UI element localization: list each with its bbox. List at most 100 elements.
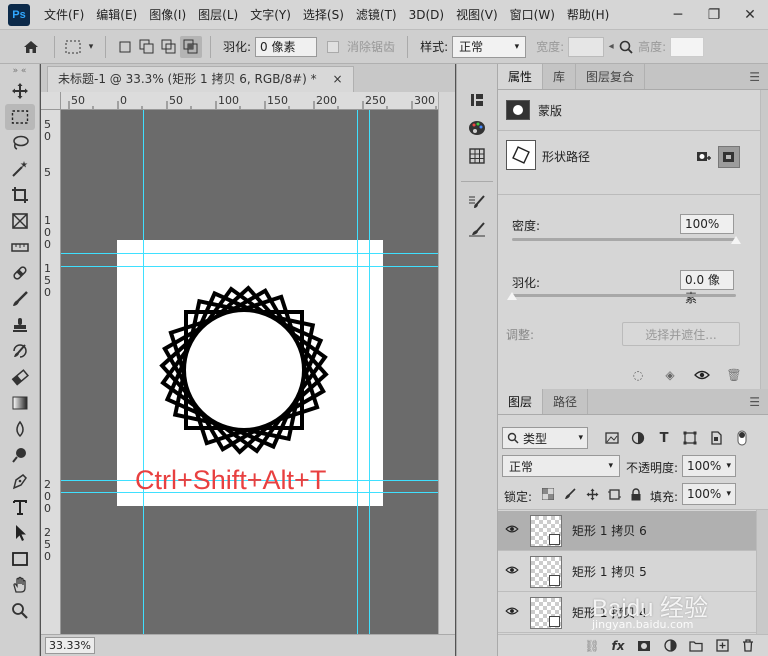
menu-edit[interactable]: 编辑(E): [90, 0, 143, 30]
opacity-input[interactable]: 100% ▾: [682, 455, 736, 477]
minimize-button[interactable]: ─: [660, 0, 696, 30]
feather-slider-thumb[interactable]: [507, 292, 517, 300]
eye-icon[interactable]: [498, 605, 526, 620]
trash-icon[interactable]: 🗑: [724, 365, 744, 385]
crop-tool-icon[interactable]: [5, 182, 35, 208]
folder-icon[interactable]: [686, 636, 706, 656]
menu-3d[interactable]: 3D(D): [403, 0, 450, 30]
layer-thumbnail[interactable]: [530, 514, 562, 547]
adjustment-layer-icon[interactable]: [660, 636, 680, 656]
hamburger-menu-icon[interactable]: ☰: [749, 70, 760, 84]
trash-icon[interactable]: [738, 636, 758, 656]
new-selection-icon[interactable]: [114, 36, 136, 58]
zoom-level-field[interactable]: 33.33%: [45, 637, 95, 654]
add-selection-icon[interactable]: [136, 36, 158, 58]
density-slider[interactable]: [512, 238, 736, 241]
hamburger-menu-icon[interactable]: ☰: [749, 395, 760, 409]
guide-line[interactable]: [61, 266, 438, 267]
eye-icon[interactable]: [498, 523, 526, 538]
chevron-down-icon[interactable]: ▾: [85, 36, 97, 58]
marquee-tool-icon[interactable]: [4, 104, 35, 130]
menu-select[interactable]: 选择(S): [297, 0, 350, 30]
vertical-scrollbar[interactable]: [438, 92, 455, 634]
restore-button[interactable]: ❐: [696, 0, 732, 30]
add-pixel-mask-icon[interactable]: [694, 148, 714, 168]
tab-layer-comps[interactable]: 图层复合: [576, 64, 646, 89]
shape-filter-icon[interactable]: [680, 428, 700, 448]
guide-line[interactable]: [369, 110, 370, 634]
tab-libraries[interactable]: 库: [543, 64, 577, 89]
guide-line[interactable]: [143, 110, 144, 634]
swatches-grid-icon[interactable]: [462, 142, 492, 170]
menu-help[interactable]: 帮助(H): [561, 0, 615, 30]
load-selection-icon[interactable]: ◌: [628, 365, 648, 385]
lock-transparency-icon[interactable]: [538, 484, 558, 504]
tab-layers[interactable]: 图层: [498, 389, 544, 414]
lasso-tool-icon[interactable]: [5, 130, 35, 156]
brush-presets-icon[interactable]: [462, 216, 492, 244]
panel-grip-icon[interactable]: » «: [0, 64, 39, 78]
lock-position-icon[interactable]: [582, 484, 602, 504]
layer-filter-select[interactable]: 类型 ▾: [502, 427, 588, 449]
adjustment-filter-icon[interactable]: [628, 428, 648, 448]
menu-image[interactable]: 图像(I): [143, 0, 192, 30]
lock-pixels-brush-icon[interactable]: [560, 484, 580, 504]
document-tab[interactable]: 未标题-1 @ 33.3% (矩形 1 拷贝 6, RGB/8#) * ×: [47, 66, 354, 92]
density-input[interactable]: 100%: [680, 214, 734, 234]
gradient-tool-icon[interactable]: [5, 390, 35, 416]
menu-layer[interactable]: 图层(L): [192, 0, 244, 30]
move-tool-icon[interactable]: [5, 78, 35, 104]
zoom-tool-icon[interactable]: [5, 598, 35, 624]
feather-input[interactable]: 0.0 像素: [680, 270, 734, 305]
rectangle-tool-icon[interactable]: [5, 546, 35, 572]
tab-paths[interactable]: 路径: [543, 389, 589, 414]
history-panel-icon[interactable]: [462, 86, 492, 114]
pen-tool-icon[interactable]: [5, 468, 35, 494]
layer-row[interactable]: 矩形 1 拷贝 6: [498, 511, 756, 551]
layer-name[interactable]: 矩形 1 拷贝 6: [572, 522, 647, 539]
path-selection-icon[interactable]: [5, 520, 35, 546]
apply-mask-icon[interactable]: ◈: [660, 365, 680, 385]
menu-view[interactable]: 视图(V): [450, 0, 504, 30]
layer-thumbnail[interactable]: [530, 596, 562, 629]
density-slider-thumb[interactable]: [731, 236, 741, 244]
frame-tool-icon[interactable]: [5, 208, 35, 234]
close-icon[interactable]: ×: [332, 72, 342, 86]
menu-file[interactable]: 文件(F): [38, 0, 90, 30]
blur-tool-icon[interactable]: [5, 416, 35, 442]
filter-toggle-icon[interactable]: [732, 428, 752, 448]
antialias-checkbox[interactable]: [327, 40, 340, 53]
hand-tool-icon[interactable]: [5, 572, 35, 598]
pixel-filter-icon[interactable]: [602, 428, 622, 448]
layer-thumbnail[interactable]: [530, 555, 562, 588]
vertical-ruler[interactable]: 5 0 5 1 0 0 1 5 0 2 0 0 2 5 0: [41, 110, 61, 634]
intersect-selection-icon[interactable]: [180, 35, 202, 58]
layer-row[interactable]: 矩形 1 拷贝 5: [498, 552, 756, 592]
smart-object-filter-icon[interactable]: [706, 428, 726, 448]
type-tool-icon[interactable]: [5, 494, 35, 520]
select-and-mask-button[interactable]: 选择并遮住...: [622, 322, 740, 346]
canvas-area[interactable]: Ctrl+Shift+Alt+T: [61, 110, 438, 634]
layers-scrollbar[interactable]: [756, 510, 768, 634]
close-window-button[interactable]: ✕: [732, 0, 768, 30]
menu-type[interactable]: 文字(Y): [244, 0, 297, 30]
type-filter-icon[interactable]: T: [654, 428, 674, 448]
ruler-tool-icon[interactable]: [5, 234, 35, 260]
horizontal-ruler[interactable]: 50 0 50 100 150 200 250 300: [61, 92, 455, 110]
brush-tool-icon[interactable]: [5, 286, 35, 312]
color-palette-icon[interactable]: [462, 114, 492, 142]
menu-filter[interactable]: 滤镜(T): [350, 0, 403, 30]
subtract-selection-icon[interactable]: [158, 36, 180, 58]
dodge-tool-icon[interactable]: [5, 442, 35, 468]
lock-artboard-icon[interactable]: [604, 484, 624, 504]
width-input[interactable]: [568, 36, 605, 57]
swap-icon[interactable]: ◂: [604, 36, 618, 58]
guide-line[interactable]: [357, 110, 358, 634]
marquee-preset-icon[interactable]: [63, 36, 85, 58]
height-input[interactable]: [670, 36, 705, 57]
style-select[interactable]: 正常 ▾: [452, 35, 527, 58]
new-layer-icon[interactable]: [712, 636, 732, 656]
blend-mode-select[interactable]: 正常 ▾: [502, 455, 620, 477]
add-vector-mask-icon[interactable]: [718, 146, 740, 168]
menu-window[interactable]: 窗口(W): [504, 0, 561, 30]
